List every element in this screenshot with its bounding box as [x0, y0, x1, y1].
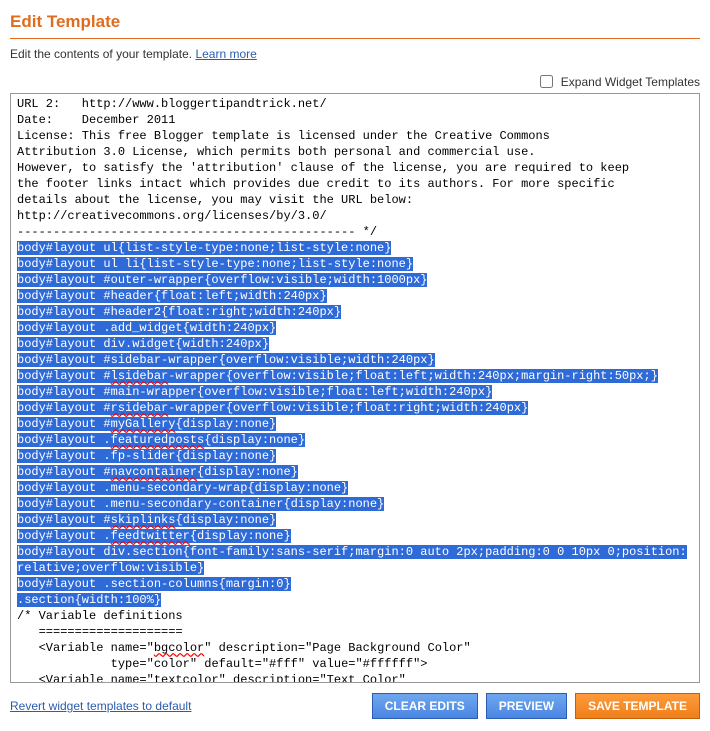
code-line: body#layout .feedtwitter{display:none} [17, 528, 693, 544]
expand-widget-checkbox[interactable] [540, 75, 553, 88]
code-line: details about the license, you may visit… [17, 192, 693, 208]
code-line: type="color" default="#fff" value="#ffff… [17, 656, 693, 672]
code-line: body#layout #myGallery{display:none} [17, 416, 693, 432]
code-line: However, to satisfy the 'attribution' cl… [17, 160, 693, 176]
code-line: ----------------------------------------… [17, 224, 693, 240]
code-line: body#layout .fp-slider{display:none} [17, 448, 693, 464]
learn-more-link[interactable]: Learn more [195, 47, 256, 61]
code-line: body#layout #sidebar-wrapper{overflow:vi… [17, 352, 693, 368]
button-group: CLEAR EDITS PREVIEW SAVE TEMPLATE [372, 693, 700, 719]
expand-row: Expand Widget Templates [10, 75, 700, 89]
code-line: Attribution 3.0 License, which permits b… [17, 144, 693, 160]
code-line: body#layout div.section{font-family:sans… [17, 544, 693, 576]
code-line: Date: December 2011 [17, 112, 693, 128]
code-line: body#layout div.widget{width:240px} [17, 336, 693, 352]
code-line: the footer links intact which provides d… [17, 176, 693, 192]
code-line: /* Variable definitions [17, 608, 693, 624]
preview-button[interactable]: PREVIEW [486, 693, 567, 719]
save-template-button[interactable]: SAVE TEMPLATE [575, 693, 700, 719]
clear-edits-button[interactable]: CLEAR EDITS [372, 693, 478, 719]
instructions-text: Edit the contents of your template. [10, 47, 195, 61]
footer-row: Revert widget templates to default CLEAR… [10, 693, 700, 719]
code-line: body#layout #navcontainer{display:none} [17, 464, 693, 480]
code-line: <Variable name="textcolor" description="… [17, 672, 693, 683]
title-divider [10, 38, 700, 39]
code-line: body#layout .menu-secondary-wrap{display… [17, 480, 693, 496]
code-line: body#layout #skiplinks{display:none} [17, 512, 693, 528]
template-editor[interactable]: URL 2: http://www.bloggertipandtrick.net… [10, 93, 700, 683]
code-line: http://creativecommons.org/licenses/by/3… [17, 208, 693, 224]
code-line: body#layout ul li{list-style-type:none;l… [17, 256, 693, 272]
page-title: Edit Template [10, 12, 700, 32]
revert-templates-link[interactable]: Revert widget templates to default [10, 699, 191, 713]
code-line: body#layout #lsidebar-wrapper{overflow:v… [17, 368, 693, 384]
instructions-row: Edit the contents of your template. Lear… [10, 47, 700, 61]
expand-widget-text: Expand Widget Templates [561, 75, 700, 89]
code-line: URL 2: http://www.bloggertipandtrick.net… [17, 96, 693, 112]
code-line: body#layout #outer-wrapper{overflow:visi… [17, 272, 693, 288]
code-line: body#layout #header{float:left;width:240… [17, 288, 693, 304]
code-line: body#layout ul{list-style-type:none;list… [17, 240, 693, 256]
code-line: body#layout #rsidebar-wrapper{overflow:v… [17, 400, 693, 416]
code-line: body#layout #main-wrapper{overflow:visib… [17, 384, 693, 400]
code-line: <Variable name="bgcolor" description="Pa… [17, 640, 693, 656]
code-line: body#layout #header2{float:right;width:2… [17, 304, 693, 320]
code-line: body#layout .menu-secondary-container{di… [17, 496, 693, 512]
code-line: License: This free Blogger template is l… [17, 128, 693, 144]
code-line: ==================== [17, 624, 693, 640]
code-line: body#layout .section-columns{margin:0} [17, 576, 693, 592]
code-line: body#layout .featuredposts{display:none} [17, 432, 693, 448]
expand-widget-label[interactable]: Expand Widget Templates [540, 75, 700, 89]
code-line: .section{width:100%} [17, 592, 693, 608]
code-line: body#layout .add_widget{width:240px} [17, 320, 693, 336]
